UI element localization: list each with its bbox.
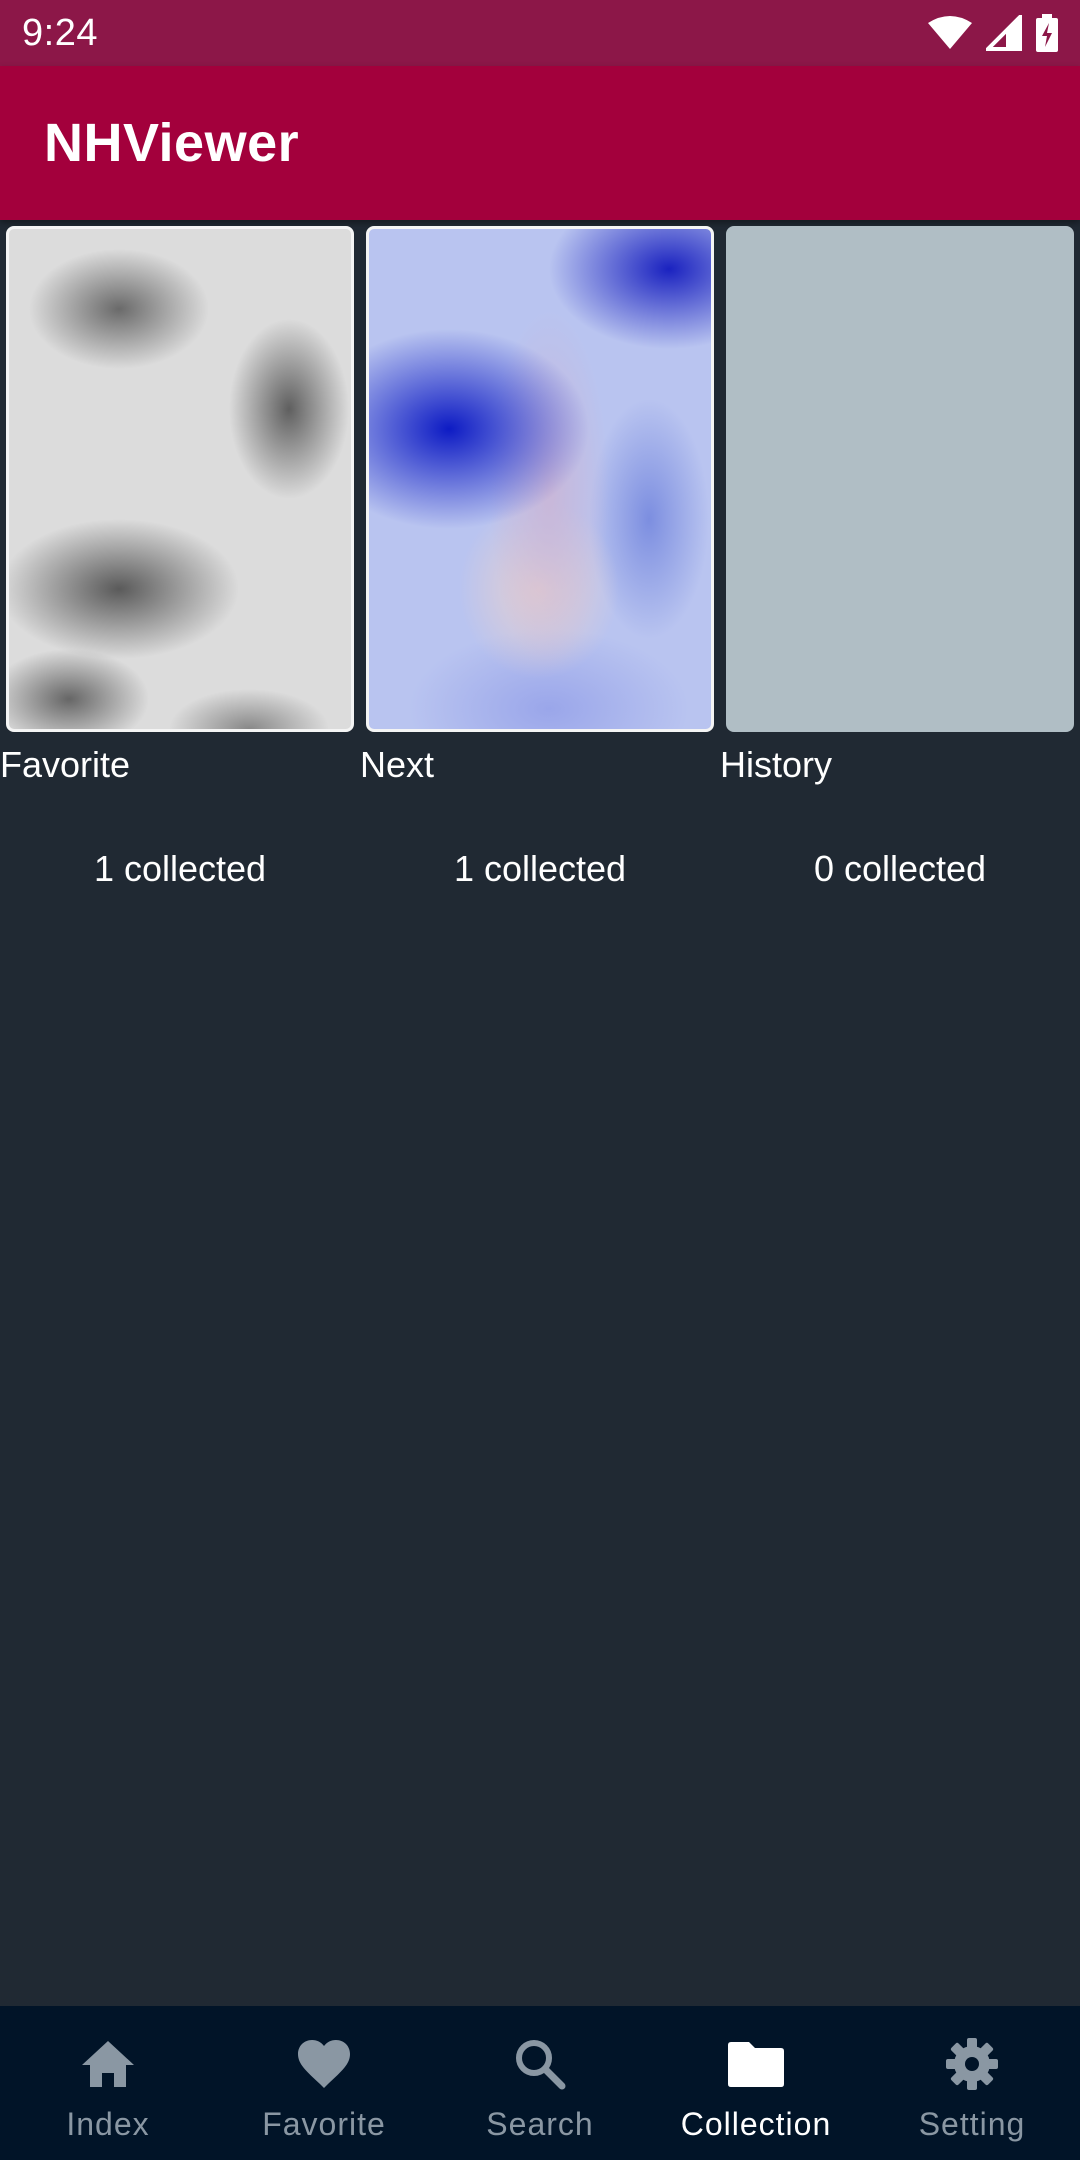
collection-count: 0 collected — [813, 848, 987, 889]
collection-count: 1 collected — [453, 848, 627, 889]
collection-card-favorite[interactable]: Favorite 1 collected — [0, 224, 360, 924]
collection-thumbnail-placeholder — [726, 226, 1074, 732]
nav-label: Collection — [680, 2106, 832, 2142]
heart-icon — [294, 2034, 354, 2094]
bottom-navigation: Index Favorite Search Collection Setting — [0, 2006, 1080, 2160]
nav-item-index[interactable]: Index — [0, 2006, 216, 2160]
gear-icon — [942, 2034, 1002, 2094]
wifi-icon — [928, 15, 972, 51]
app-bar: NHViewer — [0, 66, 1080, 220]
cellular-signal-icon — [986, 15, 1022, 51]
collection-name: Next — [360, 744, 435, 785]
collection-thumbnail — [366, 226, 714, 732]
collection-thumbnail — [6, 226, 354, 732]
home-icon — [78, 2034, 138, 2094]
battery-charging-icon — [1036, 14, 1058, 52]
collection-name: Favorite — [0, 744, 131, 785]
nav-item-favorite[interactable]: Favorite — [216, 2006, 432, 2160]
nav-label: Setting — [918, 2106, 1026, 2142]
screen: 9:24 NHViewer Favorite 1 collected Next … — [0, 0, 1080, 2160]
collection-grid: Favorite 1 collected Next 1 collected Hi… — [0, 224, 1080, 924]
collection-name: History — [720, 744, 833, 785]
status-time: 9:24 — [22, 11, 98, 54]
app-title: NHViewer — [44, 113, 300, 173]
folder-icon — [726, 2034, 786, 2094]
collection-card-next[interactable]: Next 1 collected — [360, 224, 720, 924]
nav-label: Index — [66, 2106, 150, 2142]
status-bar: 9:24 — [0, 0, 1080, 66]
search-icon — [510, 2034, 570, 2094]
collection-count: 1 collected — [93, 848, 267, 889]
nav-label: Favorite — [262, 2106, 386, 2142]
collection-card-history[interactable]: History 0 collected — [720, 224, 1080, 924]
nav-item-setting[interactable]: Setting — [864, 2006, 1080, 2160]
nav-item-search[interactable]: Search — [432, 2006, 648, 2160]
nav-label: Search — [486, 2106, 594, 2142]
nav-item-collection[interactable]: Collection — [648, 2006, 864, 2160]
status-icons — [928, 14, 1058, 52]
